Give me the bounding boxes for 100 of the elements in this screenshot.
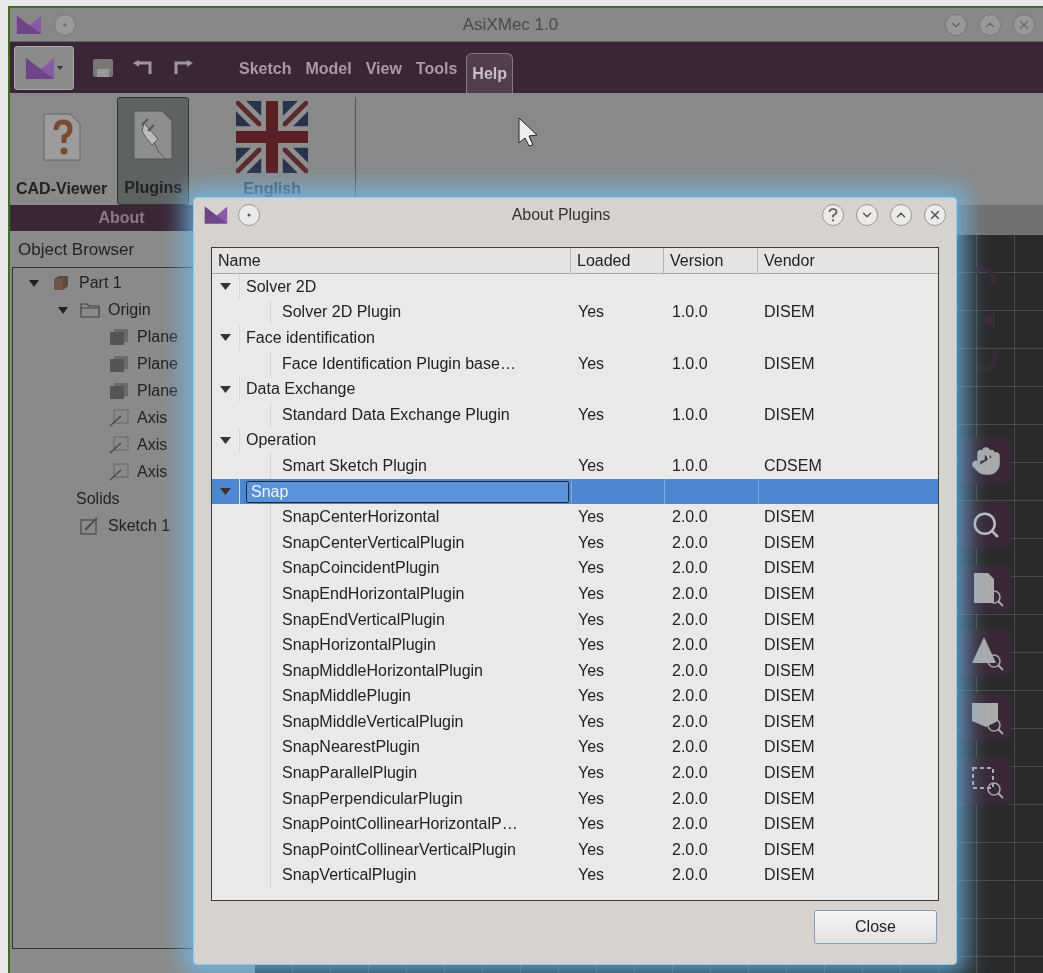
tree-item-label[interactable]: Part 1 bbox=[79, 271, 122, 295]
version-number: 2.0.0 bbox=[672, 609, 708, 630]
plugin-name: SnapEndVerticalPlugin bbox=[282, 609, 445, 630]
axis-icon bbox=[109, 436, 129, 454]
sketch-icon bbox=[80, 517, 100, 535]
vendor-name: DISEM bbox=[764, 532, 815, 553]
zoom-selection-button[interactable] bbox=[961, 757, 1011, 805]
tree-item-label[interactable]: Plane bbox=[137, 352, 178, 376]
redo-icon[interactable] bbox=[172, 59, 194, 76]
close-dialog-button[interactable]: Close bbox=[814, 910, 937, 944]
vendor-name: DISEM bbox=[764, 507, 815, 528]
table-row[interactable]: Solver 2D bbox=[212, 274, 938, 300]
column-header[interactable]: Name bbox=[218, 248, 261, 273]
vendor-name: DISEM bbox=[764, 609, 815, 630]
table-row[interactable]: Face identification bbox=[212, 325, 938, 351]
vendor-name: DISEM bbox=[764, 583, 815, 604]
plugin-name: SnapMiddlePlugin bbox=[282, 686, 411, 707]
loaded-status: Yes bbox=[578, 814, 605, 835]
tree-item-label[interactable]: Axis bbox=[137, 460, 168, 484]
group-name: Face identification bbox=[246, 328, 375, 348]
plugin-name: SnapNearestPlugin bbox=[282, 737, 420, 758]
tree-item-label[interactable]: Plane bbox=[137, 379, 178, 403]
plugin-name: SnapHorizontalPlugin bbox=[282, 635, 436, 656]
tree-item-label[interactable]: Axis bbox=[137, 433, 168, 457]
expand-arrow-icon[interactable] bbox=[29, 279, 39, 287]
version-number: 2.0.0 bbox=[672, 583, 708, 604]
column-header[interactable]: Loaded bbox=[577, 248, 631, 273]
expand-arrow-icon[interactable] bbox=[220, 436, 231, 444]
version-number: 2.0.0 bbox=[672, 532, 708, 553]
vendor-name: DISEM bbox=[764, 737, 815, 758]
tree-item-label[interactable]: Axis bbox=[137, 406, 168, 430]
loaded-status: Yes bbox=[578, 763, 605, 784]
plane-icon bbox=[109, 355, 129, 373]
version-number: 2.0.0 bbox=[672, 660, 708, 681]
app-logo-icon bbox=[25, 55, 55, 80]
loaded-status: Yes bbox=[578, 302, 605, 323]
plugin-name: SnapCoincidentPlugin bbox=[282, 558, 440, 579]
zoom-view-button[interactable] bbox=[961, 693, 1011, 741]
column-header[interactable]: Vendor bbox=[764, 248, 815, 273]
loaded-status: Yes bbox=[578, 635, 605, 656]
minimize-button[interactable] bbox=[856, 204, 878, 226]
save-icon[interactable] bbox=[92, 56, 114, 79]
expand-arrow-icon[interactable] bbox=[58, 306, 68, 314]
menu-tab[interactable]: Model bbox=[300, 53, 357, 93]
vendor-name: DISEM bbox=[764, 814, 815, 835]
dot-icon bbox=[247, 213, 251, 217]
plugin-name: Solver 2D Plugin bbox=[282, 302, 402, 323]
version-number: 2.0.0 bbox=[672, 763, 708, 784]
ribbon-button[interactable]: CAD-Viewer bbox=[10, 97, 114, 205]
app-logo-icon bbox=[16, 14, 42, 35]
close-button[interactable] bbox=[924, 204, 946, 226]
mouse-cursor-icon bbox=[517, 117, 539, 147]
version-number: 1.0.0 bbox=[672, 404, 708, 425]
plugin-name: SnapPerpendicularPlugin bbox=[282, 788, 463, 809]
menu-tab[interactable]: Sketch bbox=[234, 53, 297, 93]
column-header[interactable]: Version bbox=[670, 248, 724, 273]
tree-item-label[interactable]: Sketch 1 bbox=[108, 514, 171, 538]
loaded-status: Yes bbox=[578, 839, 605, 860]
vendor-name: DISEM bbox=[764, 788, 815, 809]
loaded-status: Yes bbox=[578, 737, 605, 758]
hand-icon bbox=[971, 446, 1001, 476]
panel-title: Object Browser bbox=[18, 239, 135, 261]
loaded-status: Yes bbox=[578, 583, 605, 604]
tree-item-label[interactable]: Solids bbox=[76, 487, 120, 511]
vendor-name: DISEM bbox=[764, 558, 815, 579]
version-number: 2.0.0 bbox=[672, 711, 708, 732]
table-row[interactable]: Snap bbox=[212, 478, 938, 505]
undo-icon[interactable] bbox=[132, 59, 154, 76]
menu-tab[interactable]: Tools bbox=[410, 53, 463, 93]
plugin-name: SnapCenterVerticalPlugin bbox=[282, 532, 465, 553]
vendor-name: DISEM bbox=[764, 353, 815, 374]
version-number: 2.0.0 bbox=[672, 558, 708, 579]
flag-icon bbox=[236, 101, 309, 173]
plugin-name: SnapCenterHorizontal bbox=[282, 507, 440, 528]
zoom-button[interactable] bbox=[961, 501, 1011, 549]
vendor-name: DISEM bbox=[764, 660, 815, 681]
maximize-button[interactable] bbox=[890, 204, 912, 226]
pan-button[interactable] bbox=[961, 437, 1011, 485]
help-button[interactable] bbox=[822, 204, 844, 226]
menu-tab[interactable]: Help bbox=[466, 53, 513, 93]
zoom-page-button[interactable] bbox=[961, 565, 1011, 613]
tree-item-label[interactable]: Origin bbox=[108, 298, 151, 322]
version-number: 2.0.0 bbox=[672, 686, 708, 707]
axis-icon bbox=[109, 463, 129, 481]
menu-tab[interactable]: View bbox=[360, 53, 407, 93]
expand-arrow-icon[interactable] bbox=[220, 385, 231, 393]
tree-item-label[interactable]: Plane bbox=[137, 325, 178, 349]
plugin-name: SnapMiddleVerticalPlugin bbox=[282, 711, 464, 732]
loaded-status: Yes bbox=[578, 507, 605, 528]
app-menu-button[interactable] bbox=[14, 45, 74, 90]
cube-icon bbox=[52, 274, 70, 292]
plugin-name: Standard Data Exchange Plugin bbox=[282, 404, 510, 425]
question-mark-icon bbox=[828, 208, 838, 222]
expand-arrow-icon[interactable] bbox=[220, 283, 231, 291]
version-number: 2.0.0 bbox=[672, 737, 708, 758]
plugin-name: Face Identification Plugin base… bbox=[282, 353, 516, 374]
table-row[interactable]: Data Exchange bbox=[212, 376, 938, 402]
zoom-object-button[interactable] bbox=[961, 629, 1011, 677]
table-row[interactable]: Operation bbox=[212, 427, 938, 454]
expand-arrow-icon[interactable] bbox=[220, 334, 231, 342]
